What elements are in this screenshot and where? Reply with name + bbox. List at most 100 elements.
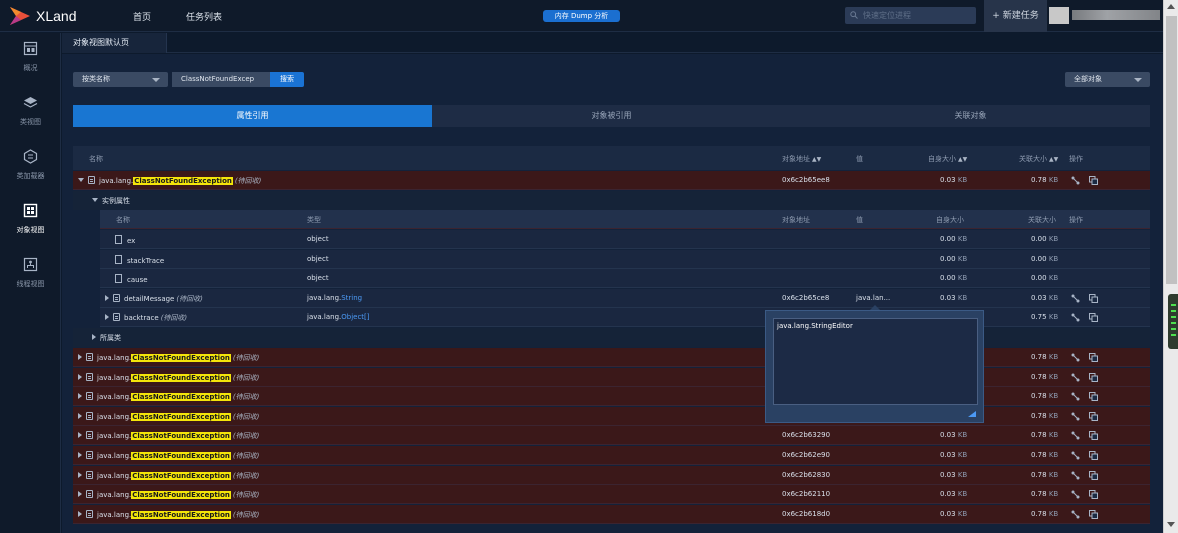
expand-down-icon[interactable] <box>92 198 98 202</box>
reference-chain-icon[interactable] <box>1071 431 1080 440</box>
expand-right-icon[interactable] <box>78 373 82 380</box>
retained-size: 0.78 KB <box>1031 411 1059 420</box>
value-textarea[interactable]: java.lang.StringEditor <box>773 318 978 405</box>
tab-referenced-by[interactable]: 对象被引用 <box>432 105 791 127</box>
copy-icon[interactable] <box>1089 176 1098 185</box>
retained-size: 0.78 KB <box>1031 353 1059 361</box>
page-scrollbar[interactable] <box>1163 0 1178 533</box>
table-row[interactable]: java.lang.ClassNotFoundException (待回收) 0x6… <box>73 465 1150 485</box>
section-instance-fields[interactable]: 实例属性 <box>73 191 1150 210</box>
copy-icon[interactable] <box>1089 509 1098 519</box>
retained-size: 0.78 KB <box>1031 431 1059 440</box>
section-owner-class[interactable]: 所属类 <box>73 328 1150 347</box>
reference-chain-icon[interactable] <box>1071 294 1080 303</box>
xland-logo-icon[interactable] <box>9 6 31 26</box>
class-icon <box>86 372 93 381</box>
sidebar: 概况 类视图 类加载器 对象视图 线程视图 <box>0 33 61 533</box>
expand-right-icon[interactable] <box>92 334 96 340</box>
highlight-match: ClassNotFoundException <box>131 393 231 402</box>
table-row[interactable]: java.lang.ClassNotFoundException (待回收) 0x6… <box>73 446 1150 465</box>
field-value[interactable]: java.lan... <box>856 294 890 302</box>
sidebar-item-thread-view[interactable]: 线程视图 <box>0 249 61 303</box>
reference-chain-icon[interactable] <box>1071 373 1080 382</box>
filter-mode-select[interactable]: 按类名称 <box>73 72 168 87</box>
process-search-input[interactable]: 快速定位进程 <box>845 7 976 24</box>
sidebar-label: 线程视图 <box>16 280 45 288</box>
class-name-input[interactable]: ClassNotFoundExcep <box>172 72 270 87</box>
field-row[interactable]: stackTrace object 0.00 KB 0.00 KB <box>100 249 1150 269</box>
reference-chain-icon[interactable] <box>1071 471 1080 480</box>
copy-icon[interactable] <box>1089 392 1098 402</box>
copy-icon[interactable] <box>1089 470 1098 480</box>
sidebar-item-overview[interactable]: 概况 <box>0 33 61 87</box>
class-icon <box>86 353 93 361</box>
scroll-down-icon[interactable] <box>1167 522 1175 527</box>
type-link[interactable]: Object[] <box>341 313 369 321</box>
object-scope-select[interactable]: 全部对象 <box>1065 72 1150 87</box>
reference-chain-icon[interactable] <box>1071 353 1080 362</box>
copy-icon[interactable] <box>1089 490 1098 500</box>
expand-right-icon[interactable] <box>78 491 82 498</box>
sidebar-item-classloader[interactable]: 类加载器 <box>0 141 61 195</box>
field-row[interactable]: backtrace (待回收) java.lang.Object[] 0.75 KB <box>100 308 1150 328</box>
copy-icon[interactable] <box>1089 293 1098 303</box>
reference-chain-icon[interactable] <box>1071 313 1080 322</box>
reference-chain-icon[interactable] <box>1071 412 1080 421</box>
table-row[interactable]: java.lang.ClassNotFoundException (待回收) 0.7… <box>73 387 1150 407</box>
expand-right-icon[interactable] <box>78 452 82 458</box>
copy-icon[interactable] <box>1089 313 1098 323</box>
search-button[interactable]: 搜索 <box>270 72 304 87</box>
field-row[interactable]: cause object 0.00 KB 0.00 KB <box>100 269 1150 289</box>
expand-right-icon[interactable] <box>78 471 82 478</box>
reference-chain-icon[interactable] <box>1071 490 1080 499</box>
col-address[interactable]: 对象地址 ▲▼ <box>782 154 821 164</box>
field-row[interactable]: ex object 0.00 KB 0.00 KB <box>100 230 1150 249</box>
avatar[interactable] <box>1049 7 1069 24</box>
tab-property-refs[interactable]: 属性引用 <box>73 105 432 127</box>
tab-related-objects[interactable]: 关联对象 <box>791 105 1150 127</box>
memory-dump-badge[interactable]: 内存 Dump 分析 <box>543 10 620 22</box>
copy-icon[interactable] <box>1089 431 1098 441</box>
table-row[interactable]: java.lang.ClassNotFoundException (待回收) 0x6… <box>73 426 1150 446</box>
field-row[interactable]: detailMessage (待回收) java.lang.String 0x6c2b… <box>100 288 1150 308</box>
new-task-button[interactable]: + 新建任务 <box>984 0 1047 32</box>
reference-chain-icon[interactable] <box>1071 176 1080 185</box>
reference-chain-icon[interactable] <box>1071 451 1080 460</box>
table-row[interactable]: java.lang.ClassNotFoundException (待回收) 0x6… <box>73 485 1150 505</box>
tab-object-view-default[interactable]: 对象视图默认页 <box>62 33 167 53</box>
table-row[interactable]: java.lang.ClassNotFoundException (待回收) 0.7… <box>73 406 1150 426</box>
copy-icon[interactable] <box>1089 411 1098 421</box>
username-blurred[interactable] <box>1072 10 1160 20</box>
floating-side-widget[interactable] <box>1168 294 1178 349</box>
expand-right-icon[interactable] <box>78 393 82 400</box>
expand-right-icon[interactable] <box>78 432 82 439</box>
copy-icon[interactable] <box>1089 451 1098 460</box>
chevron-down-icon <box>152 78 160 82</box>
col-self-size[interactable]: 自身大小 ▲▼ <box>928 154 967 164</box>
expand-right-icon[interactable] <box>105 294 109 301</box>
expand-right-icon[interactable] <box>78 354 82 360</box>
nav-task-list[interactable]: 任务列表 <box>186 10 222 23</box>
copy-icon[interactable] <box>1089 353 1098 362</box>
expand-down-icon[interactable] <box>78 178 84 182</box>
expand-right-icon[interactable] <box>105 314 109 321</box>
table-row-expanded[interactable]: java.lang.ClassNotFoundException (待回收) 0x… <box>73 171 1150 190</box>
resize-handle-icon[interactable] <box>967 410 977 418</box>
sidebar-item-object-view[interactable]: 对象视图 <box>0 195 61 249</box>
col-retained-size[interactable]: 关联大小 ▲▼ <box>1019 154 1058 164</box>
scroll-up-icon[interactable] <box>1167 4 1175 9</box>
table-row[interactable]: java.lang.ClassNotFoundException (待回收) 0x6… <box>73 504 1150 524</box>
brand-name[interactable]: XLand <box>36 8 76 24</box>
reference-chain-icon[interactable] <box>1071 392 1080 401</box>
nav-home[interactable]: 首页 <box>133 10 151 23</box>
table-row[interactable]: java.lang.ClassNotFoundException (待回收) 0.7… <box>73 367 1150 387</box>
type-link[interactable]: String <box>341 294 362 302</box>
reference-chain-icon[interactable] <box>1071 510 1080 519</box>
expand-right-icon[interactable] <box>78 412 82 419</box>
expand-right-icon[interactable] <box>78 510 82 517</box>
scrollbar-thumb[interactable] <box>1166 16 1177 284</box>
page-tabstrip: 对象视图默认页 <box>62 33 1163 53</box>
copy-icon[interactable] <box>1089 372 1098 382</box>
sidebar-item-class-view[interactable]: 类视图 <box>0 87 61 141</box>
table-row[interactable]: java.lang.ClassNotFoundException (待回收) 0.7… <box>73 348 1150 367</box>
